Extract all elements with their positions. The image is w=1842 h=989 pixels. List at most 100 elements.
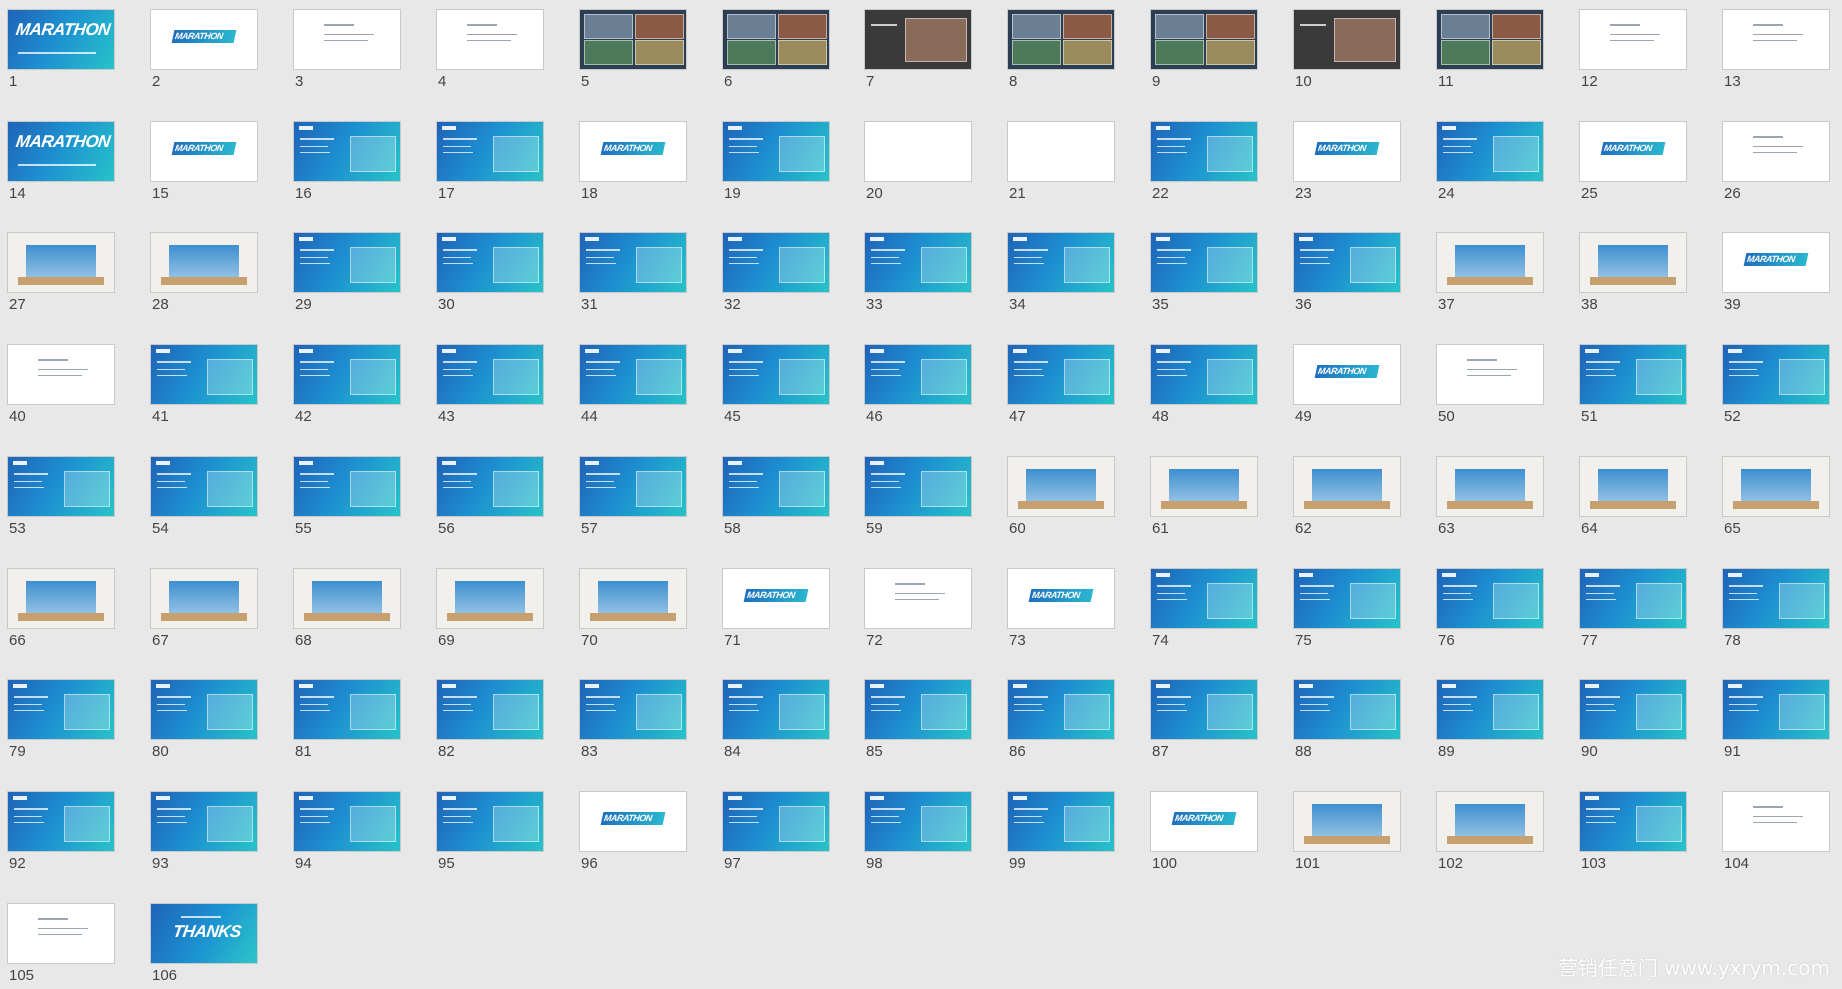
slide-preview[interactable] bbox=[7, 903, 115, 964]
slide-preview[interactable] bbox=[1150, 344, 1258, 405]
slide-thumbnail-64[interactable]: 64 bbox=[1579, 456, 1687, 537]
slide-preview[interactable]: MARATHON bbox=[579, 121, 687, 182]
slide-thumbnail-98[interactable]: 98 bbox=[864, 791, 972, 872]
slide-thumbnail-89[interactable]: 89 bbox=[1436, 679, 1544, 760]
slide-preview[interactable] bbox=[150, 232, 258, 293]
slide-thumbnail-67[interactable]: 67 bbox=[150, 568, 258, 649]
slide-thumbnail-32[interactable]: 32 bbox=[722, 232, 830, 313]
slide-thumbnail-65[interactable]: 65 bbox=[1722, 456, 1830, 537]
slide-preview[interactable]: MARATHON bbox=[150, 9, 258, 70]
slide-preview[interactable] bbox=[7, 679, 115, 740]
slide-thumbnail-21[interactable]: 21 bbox=[1007, 121, 1115, 202]
slide-preview[interactable] bbox=[1436, 232, 1544, 293]
slide-thumbnail-7[interactable]: 7 bbox=[864, 9, 972, 90]
slide-thumbnail-85[interactable]: 85 bbox=[864, 679, 972, 760]
slide-preview[interactable] bbox=[864, 344, 972, 405]
slide-preview[interactable] bbox=[1436, 456, 1544, 517]
slide-thumbnail-102[interactable]: 102 bbox=[1436, 791, 1544, 872]
slide-thumbnail-19[interactable]: 19 bbox=[722, 121, 830, 202]
slide-thumbnail-41[interactable]: 41 bbox=[150, 344, 258, 425]
slide-preview[interactable] bbox=[1150, 679, 1258, 740]
slide-thumbnail-5[interactable]: 5 bbox=[579, 9, 687, 90]
slide-preview[interactable] bbox=[436, 679, 544, 740]
slide-preview[interactable] bbox=[436, 791, 544, 852]
slide-preview[interactable] bbox=[7, 456, 115, 517]
slide-thumbnail-101[interactable]: 101 bbox=[1293, 791, 1401, 872]
slide-preview[interactable] bbox=[864, 121, 972, 182]
slide-preview[interactable] bbox=[1007, 791, 1115, 852]
slide-preview[interactable]: MARATHON bbox=[722, 568, 830, 629]
slide-preview[interactable] bbox=[1579, 344, 1687, 405]
slide-preview[interactable] bbox=[7, 344, 115, 405]
slide-thumbnail-75[interactable]: 75 bbox=[1293, 568, 1401, 649]
slide-thumbnail-99[interactable]: 99 bbox=[1007, 791, 1115, 872]
slide-thumbnail-63[interactable]: 63 bbox=[1436, 456, 1544, 537]
slide-preview[interactable]: MARATHON bbox=[150, 121, 258, 182]
slide-preview[interactable] bbox=[579, 456, 687, 517]
slide-thumbnail-36[interactable]: 36 bbox=[1293, 232, 1401, 313]
slide-preview[interactable] bbox=[579, 9, 687, 70]
slide-preview[interactable] bbox=[579, 568, 687, 629]
slide-thumbnail-47[interactable]: 47 bbox=[1007, 344, 1115, 425]
slide-preview[interactable] bbox=[1436, 9, 1544, 70]
slide-preview[interactable] bbox=[7, 568, 115, 629]
slide-thumbnail-100[interactable]: MARATHON 100 bbox=[1150, 791, 1258, 872]
slide-thumbnail-6[interactable]: 6 bbox=[722, 9, 830, 90]
slide-preview[interactable]: THANKS bbox=[150, 903, 258, 964]
slide-thumbnail-20[interactable]: 20 bbox=[864, 121, 972, 202]
slide-thumbnail-52[interactable]: 52 bbox=[1722, 344, 1830, 425]
slide-thumbnail-18[interactable]: MARATHON 18 bbox=[579, 121, 687, 202]
slide-preview[interactable] bbox=[436, 456, 544, 517]
slide-thumbnail-66[interactable]: 66 bbox=[7, 568, 115, 649]
slide-thumbnail-81[interactable]: 81 bbox=[293, 679, 401, 760]
slide-preview[interactable] bbox=[1150, 121, 1258, 182]
slide-preview[interactable] bbox=[1293, 791, 1401, 852]
slide-thumbnail-94[interactable]: 94 bbox=[293, 791, 401, 872]
slide-thumbnail-79[interactable]: 79 bbox=[7, 679, 115, 760]
slide-preview[interactable] bbox=[1007, 679, 1115, 740]
slide-preview[interactable] bbox=[150, 791, 258, 852]
slide-preview[interactable] bbox=[293, 232, 401, 293]
slide-thumbnail-84[interactable]: 84 bbox=[722, 679, 830, 760]
slide-preview[interactable] bbox=[1722, 568, 1830, 629]
slide-preview[interactable] bbox=[1007, 344, 1115, 405]
slide-preview[interactable]: MARATHON bbox=[7, 9, 115, 70]
slide-thumbnail-43[interactable]: 43 bbox=[436, 344, 544, 425]
slide-preview[interactable] bbox=[1579, 232, 1687, 293]
slide-thumbnail-44[interactable]: 44 bbox=[579, 344, 687, 425]
slide-preview[interactable]: MARATHON bbox=[1293, 344, 1401, 405]
slide-thumbnail-68[interactable]: 68 bbox=[293, 568, 401, 649]
slide-preview[interactable] bbox=[579, 232, 687, 293]
slide-thumbnail-15[interactable]: MARATHON 15 bbox=[150, 121, 258, 202]
slide-preview[interactable] bbox=[722, 456, 830, 517]
slide-preview[interactable] bbox=[722, 9, 830, 70]
slide-thumbnail-61[interactable]: 61 bbox=[1150, 456, 1258, 537]
slide-preview[interactable] bbox=[293, 679, 401, 740]
slide-preview[interactable] bbox=[1150, 456, 1258, 517]
slide-thumbnail-105[interactable]: 105 bbox=[7, 903, 115, 984]
slide-thumbnail-55[interactable]: 55 bbox=[293, 456, 401, 537]
slide-preview[interactable] bbox=[293, 121, 401, 182]
slide-preview[interactable] bbox=[1579, 456, 1687, 517]
slide-thumbnail-42[interactable]: 42 bbox=[293, 344, 401, 425]
slide-thumbnail-62[interactable]: 62 bbox=[1293, 456, 1401, 537]
slide-thumbnail-87[interactable]: 87 bbox=[1150, 679, 1258, 760]
slide-thumbnail-86[interactable]: 86 bbox=[1007, 679, 1115, 760]
slide-thumbnail-37[interactable]: 37 bbox=[1436, 232, 1544, 313]
slide-thumbnail-39[interactable]: MARATHON 39 bbox=[1722, 232, 1830, 313]
slide-preview[interactable] bbox=[1436, 121, 1544, 182]
slide-thumbnail-59[interactable]: 59 bbox=[864, 456, 972, 537]
slide-preview[interactable] bbox=[150, 679, 258, 740]
slide-preview[interactable] bbox=[1722, 344, 1830, 405]
slide-preview[interactable] bbox=[1579, 9, 1687, 70]
slide-thumbnail-51[interactable]: 51 bbox=[1579, 344, 1687, 425]
slide-thumbnail-46[interactable]: 46 bbox=[864, 344, 972, 425]
slide-preview[interactable] bbox=[864, 456, 972, 517]
slide-thumbnail-69[interactable]: 69 bbox=[436, 568, 544, 649]
slide-preview[interactable] bbox=[7, 791, 115, 852]
slide-preview[interactable] bbox=[1007, 456, 1115, 517]
slide-thumbnail-14[interactable]: MARATHON 14 bbox=[7, 121, 115, 202]
slide-thumbnail-16[interactable]: 16 bbox=[293, 121, 401, 202]
slide-preview[interactable] bbox=[1722, 456, 1830, 517]
slide-thumbnail-45[interactable]: 45 bbox=[722, 344, 830, 425]
